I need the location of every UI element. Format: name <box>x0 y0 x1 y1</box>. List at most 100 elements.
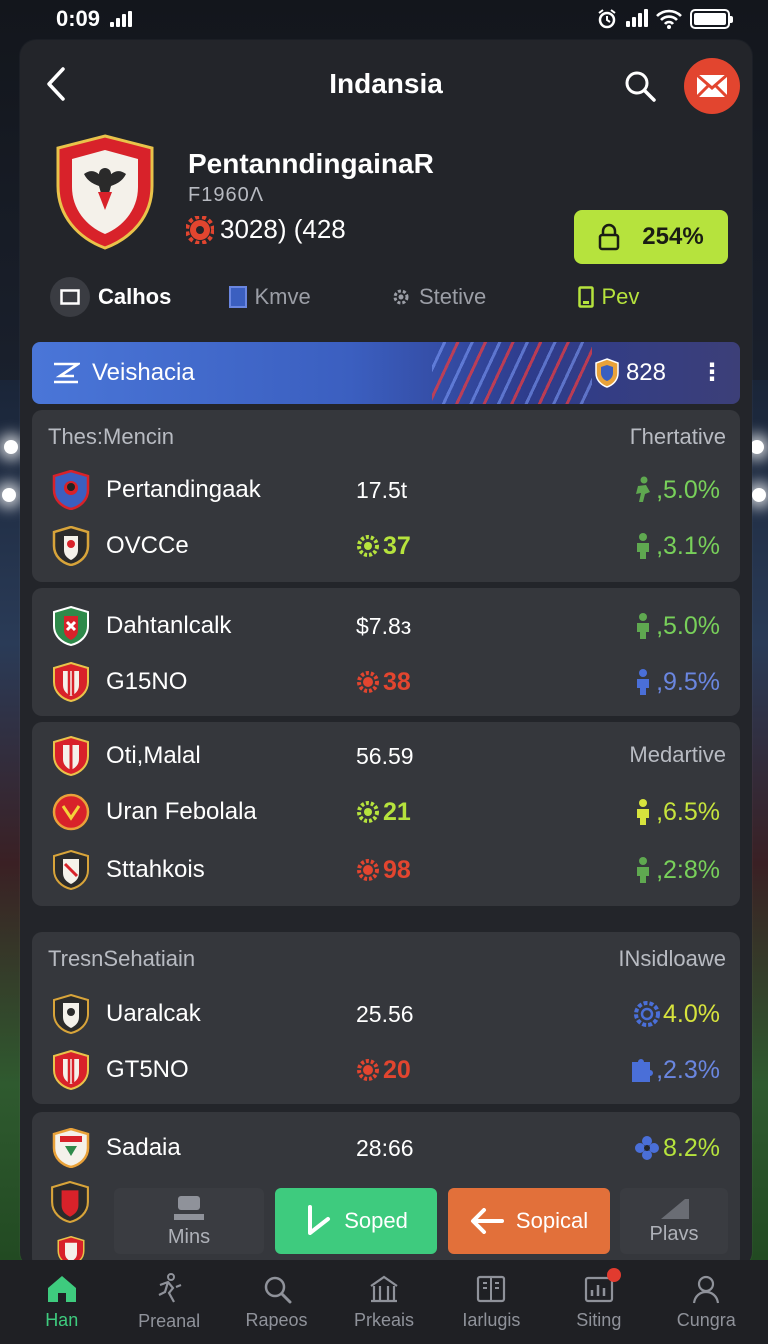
match-value: 98 <box>383 855 411 884</box>
match-value: 21 <box>383 797 411 826</box>
cup-icon <box>174 1195 204 1220</box>
top-bar: Indansia <box>20 40 752 132</box>
match-value: 25.56 <box>356 1000 414 1027</box>
more-options-icon[interactable]: ⋮ <box>700 358 724 388</box>
list-item[interactable]: Sttahkois 98 ,2:8% <box>52 848 720 892</box>
person-icon <box>637 533 650 559</box>
team-crest-icon <box>53 662 89 702</box>
action-bar: Mins Soped Sopical Plavs <box>42 1180 730 1266</box>
phone-icon <box>577 286 594 308</box>
tab-bar: Calhos Kmve Stetive Pev <box>50 272 728 322</box>
match-value: 28:66 <box>356 1134 414 1161</box>
soped-label: Soped <box>344 1208 408 1233</box>
notification-badge <box>606 1268 621 1282</box>
list-item[interactable]: OVCCe 37 ,3.1% <box>52 524 720 568</box>
team-score-text: 3028) (428 <box>220 214 346 244</box>
match-value: 56.59 <box>356 742 414 769</box>
arrow-left-icon <box>470 1208 504 1234</box>
plavs-button[interactable]: Plavs <box>620 1188 728 1254</box>
arrow-down-right-icon <box>308 1205 331 1235</box>
match-value: 38 <box>383 667 411 696</box>
person-icon <box>637 613 650 639</box>
team-name: GT5NO <box>106 1056 189 1083</box>
nav-label: Prkeais <box>353 1309 414 1330</box>
ring-icon <box>634 1001 661 1027</box>
tab-label: Pev <box>601 284 640 309</box>
list-item[interactable]: GT5NO 20 ,2.3% <box>52 1048 720 1092</box>
tab-label: Calhos <box>98 284 172 309</box>
puzzle-icon <box>632 1059 654 1082</box>
plavs-label: Plavs <box>649 1222 699 1245</box>
list-item[interactable]: Uran Febolala 21 ,6.5% <box>52 790 720 834</box>
runner-icon <box>636 476 651 502</box>
book-icon <box>477 1275 506 1302</box>
group-title: TresnSehatiain <box>48 946 196 971</box>
team-crest-logo <box>56 134 154 250</box>
card-icon <box>228 286 247 308</box>
tab-pev[interactable]: Pev <box>542 284 729 310</box>
nav-label: Siting <box>576 1309 622 1330</box>
match-group-card: Dahtanlcalk $7.8з ,5.0% G15NO 38 ,9.5% <box>32 588 740 716</box>
main-panel: Indansia PentanndingainaR F1960Λ 3028) (… <box>20 40 752 1268</box>
battery-icon <box>690 9 733 29</box>
match-group-card: Medartive Oti,Malal 56.59 Uran Febolala … <box>32 722 740 906</box>
stadium-icon <box>370 1275 398 1302</box>
percent-badge-label: 254% <box>642 223 704 250</box>
list-item[interactable]: G15NO 38 ,9.5% <box>52 660 720 704</box>
tab-label: Kmve <box>254 284 311 309</box>
list-item[interactable]: Dahtanlcalk $7.8з ,5.0% <box>52 604 720 648</box>
nav-label: Preanal <box>138 1310 201 1331</box>
sopical-button[interactable]: Sopical <box>448 1188 610 1254</box>
soped-button[interactable]: Soped <box>275 1188 437 1254</box>
gear-badge-icon <box>186 215 214 244</box>
team-name: Uaralcak <box>106 1000 201 1027</box>
banner-label: Veishacia <box>92 359 195 386</box>
match-group-card: TresnSehatiain INsidloawe Uaralcak 25.56… <box>32 932 740 1104</box>
change-percent: 4.0% <box>663 999 720 1028</box>
person-icon <box>637 669 650 695</box>
percent-badge[interactable]: 254% <box>574 210 728 264</box>
tab-calhos[interactable]: Calhos <box>50 277 201 317</box>
match-value: $7.8з <box>356 612 412 639</box>
group-title: Thes:Mencin <box>48 424 174 449</box>
search-button[interactable] <box>620 66 660 106</box>
envelope-icon <box>696 73 728 99</box>
list-item[interactable]: Sadaia 28:66 8.2% <box>52 1126 720 1170</box>
match-group-card: Thes:Mencin Гhertative Pertandingaak 17.… <box>32 410 740 582</box>
tab-stetive[interactable]: Stetive <box>379 284 542 310</box>
team-score: 3028) (428 <box>186 214 346 245</box>
team-name: Pertandingaak <box>106 476 261 503</box>
change-percent: ,5.0% <box>656 611 720 640</box>
change-percent: 8.2% <box>663 1133 720 1162</box>
gear-badge-icon <box>357 535 379 557</box>
category-banner[interactable]: Veishacia 828 ⋮ <box>32 342 740 404</box>
team-crest-icon <box>51 1180 89 1224</box>
nav-item-siting[interactable]: Siting <box>551 1266 647 1338</box>
floodlight <box>750 440 764 454</box>
alarm-icon <box>598 9 616 29</box>
nav-item-cungra[interactable]: Cungra <box>658 1266 754 1338</box>
change-percent: ,5.0% <box>656 475 720 504</box>
person-icon <box>637 857 650 883</box>
list-item[interactable]: Uaralcak 25.56 4.0% <box>52 992 720 1036</box>
nav-label: Rapeos <box>245 1309 308 1330</box>
nav-item-iarlugis[interactable]: Iarlugis <box>443 1266 539 1338</box>
nav-item-rapeos[interactable]: Rapeos <box>229 1266 325 1338</box>
mins-button[interactable]: Mins <box>114 1188 264 1254</box>
team-name: G15NO <box>106 668 188 695</box>
list-item[interactable]: Pertandingaak 17.5t ,5.0% <box>52 468 720 512</box>
gear-badge-icon <box>357 859 379 881</box>
mail-button[interactable] <box>684 58 740 114</box>
nav-item-han[interactable]: Han <box>14 1266 110 1338</box>
list-item[interactable]: Oti,Malal 56.59 <box>52 734 560 778</box>
nav-item-preanal[interactable]: Preanal <box>121 1266 217 1338</box>
floodlight <box>4 440 18 454</box>
tab-label: Stetive <box>419 284 487 309</box>
match-value: 17.5t <box>356 476 408 503</box>
team-name: Uran Febolala <box>106 798 257 825</box>
cell-signal-icon <box>110 11 133 27</box>
nav-label: Iarlugis <box>462 1309 521 1330</box>
nav-item-prkeais[interactable]: Prkeais <box>336 1266 432 1338</box>
tab-kmve[interactable]: Kmve <box>201 284 380 310</box>
team-name: Oti,Malal <box>106 742 201 769</box>
